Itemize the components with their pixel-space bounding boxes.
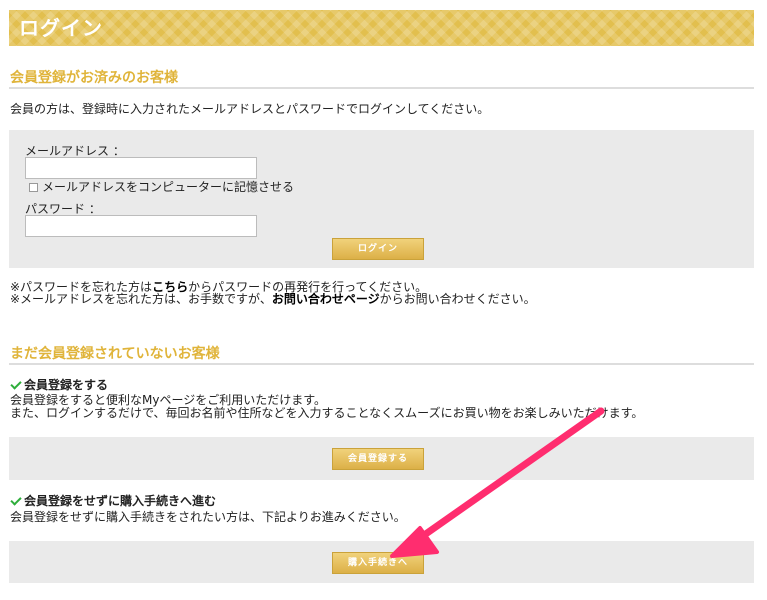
guest-checkout-button[interactable]: 購入手続きへ (332, 552, 424, 574)
register-heading-label: 会員登録をする (24, 378, 109, 392)
login-form-box: メールアドレス ： メールアドレスをコンピューターに記憶させる パスワード ： … (9, 130, 754, 268)
guest-checkout-text: 会員登録をせずに購入手続きをされたい方は、下記よりお進みください。 (10, 510, 406, 524)
guest-checkout-heading-label: 会員登録をせずに購入手続きへ進む (24, 494, 217, 508)
email-input[interactable] (25, 157, 257, 179)
member-section-title: 会員登録がお済みのお客様 (9, 67, 754, 89)
checkmark-icon (10, 494, 22, 506)
guest-checkout-button-box: 購入手続きへ (9, 541, 754, 583)
register-text-1: 会員登録をすると便利なMyページをご利用いただけます。 (10, 393, 327, 407)
remember-email-checkbox[interactable] (29, 183, 38, 192)
checkmark-icon (10, 378, 22, 390)
register-button[interactable]: 会員登録する (332, 448, 424, 470)
forgot-email-suffix: からお問い合わせください。 (379, 292, 536, 306)
guest-section-title: まだ会員登録されていないお客様 (9, 343, 754, 365)
forgot-email-text: ※メールアドレスを忘れた方は、お手数ですが、お問い合わせページからお問い合わせく… (10, 292, 536, 306)
guest-checkout-heading: 会員登録をせずに購入手続きへ進む (10, 494, 216, 508)
email-label: メールアドレス ： (25, 144, 125, 158)
member-intro-text: 会員の方は、登録時に入力されたメールアドレスとパスワードでログインしてください。 (10, 102, 490, 116)
forgot-email-prefix: ※メールアドレスを忘れた方は、お手数ですが、 (10, 292, 272, 306)
login-button[interactable]: ログイン (332, 238, 424, 260)
password-input[interactable] (25, 215, 257, 237)
register-heading: 会員登録をする (10, 378, 108, 392)
contact-page-link[interactable]: お問い合わせページ (272, 292, 380, 306)
register-text-2: また、ログインするだけで、毎回お名前や住所などを入力することなくスムーズにお買い… (10, 406, 644, 420)
page-header: ログイン (9, 10, 754, 46)
page-title: ログイン (19, 16, 103, 40)
password-label: パスワード ： (25, 202, 101, 216)
register-button-box: 会員登録する (9, 437, 754, 480)
remember-email-label: メールアドレスをコンピューターに記憶させる (42, 180, 295, 194)
